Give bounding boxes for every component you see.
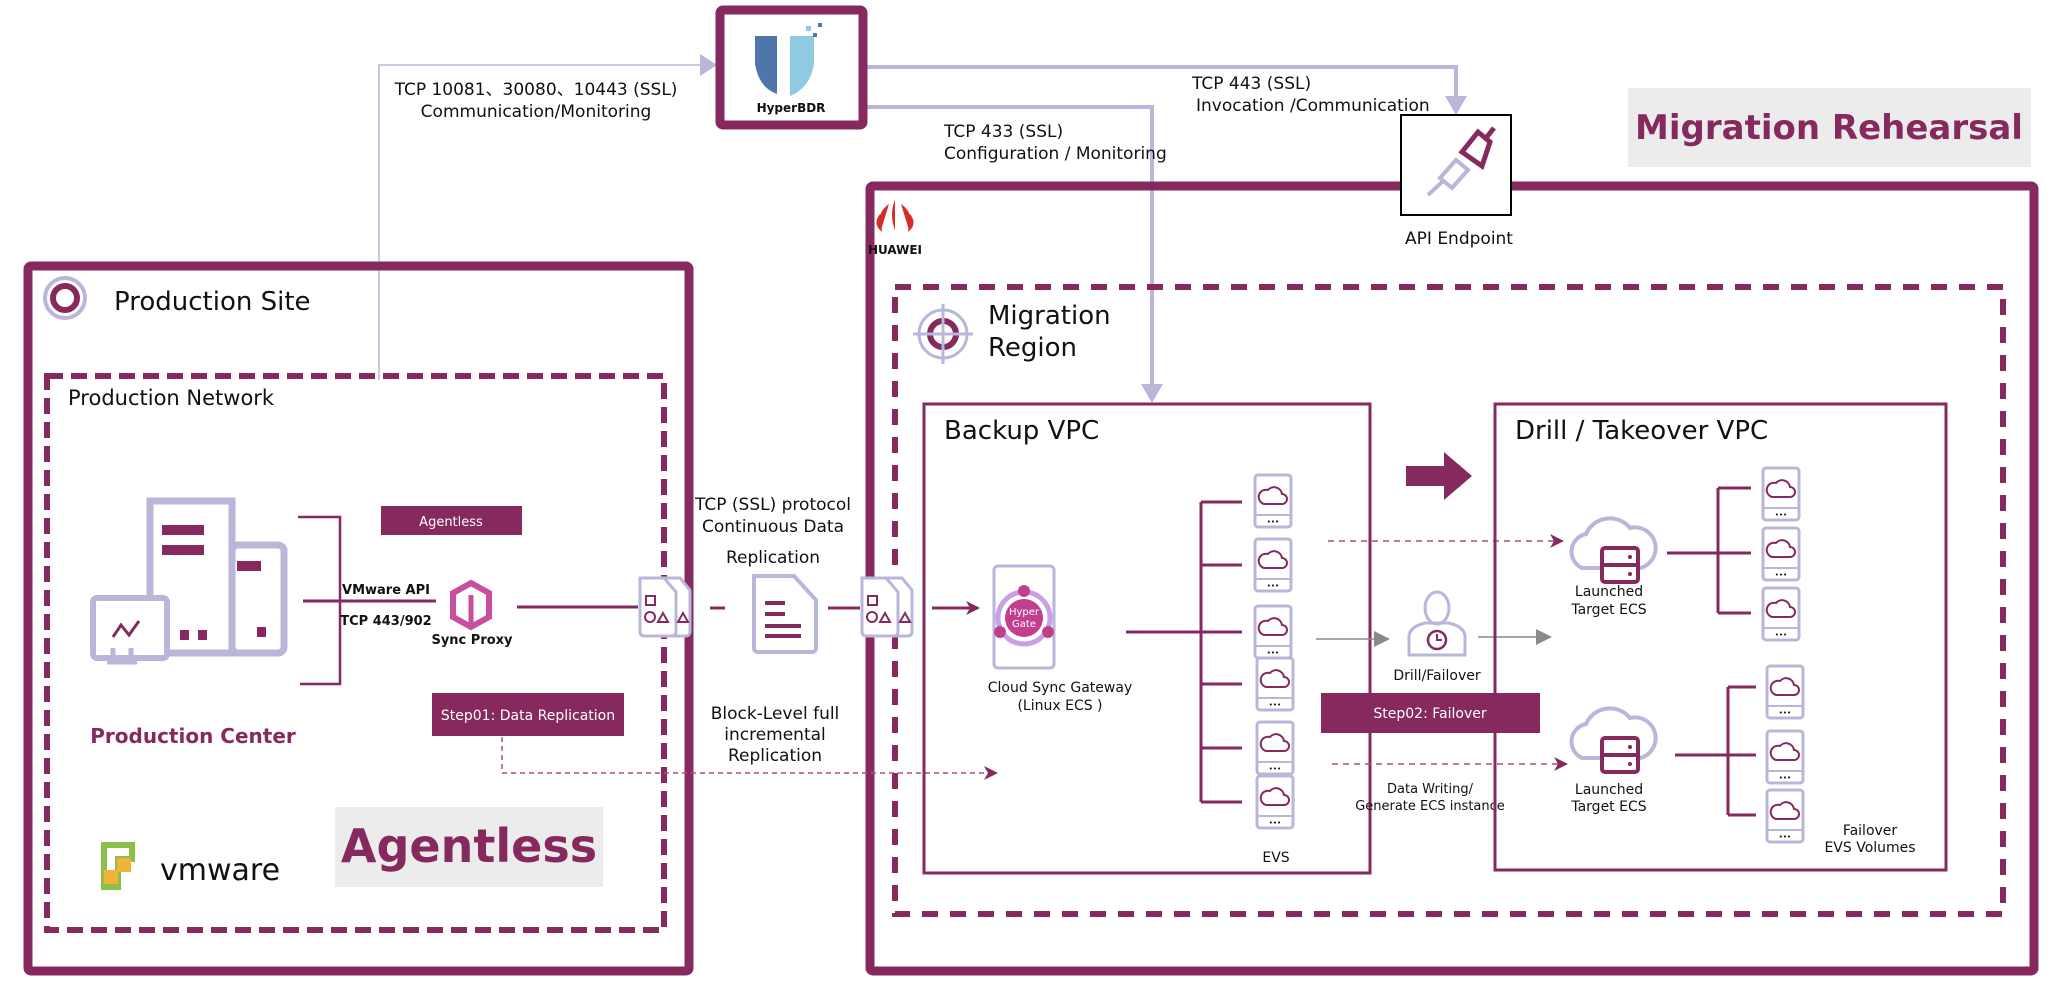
connection-label: TCP 10081、30080、10443 (SSL) <box>394 80 678 100</box>
backup-vpc-title: Backup VPC <box>944 416 1099 446</box>
replication-label: Replication <box>728 746 822 766</box>
svg-text:Hyper: Hyper <box>1009 607 1040 618</box>
evs-disk-icon <box>1761 466 1801 522</box>
production-site-title: Production Site <box>114 287 311 317</box>
agentless-banner-label: Agentless <box>341 819 597 873</box>
big-arrow-icon <box>1406 452 1472 500</box>
vmware-api-label: VMware API <box>342 583 430 598</box>
step02-label: Step02: Failover <box>1373 706 1486 722</box>
cloud-server-icon <box>1569 706 1658 774</box>
backup-vpc: Backup VPC Hyper Gate Cloud Sync Gateway… <box>922 402 1372 875</box>
evs-disk-icon <box>1253 604 1293 660</box>
evs-tree <box>1126 500 1242 804</box>
tcp-port-label: TCP 443/902 <box>340 614 431 629</box>
drill-vpc-title: Drill / Takeover VPC <box>1515 416 1768 446</box>
sync-proxy-label: Sync Proxy <box>431 633 513 648</box>
api-endpoint: API Endpoint <box>1400 114 1513 249</box>
drill-takeover-vpc: Drill / Takeover VPC Launched Target ECS… <box>1493 402 1948 872</box>
connection-label: Invocation /Communication <box>1196 96 1430 116</box>
failover-flow: Drill/Failover Step02: Failover Data Wri… <box>1316 452 1568 814</box>
failover-volumes-label: EVS Volumes <box>1824 840 1915 856</box>
connection-label: Configuration / Monitoring <box>944 144 1167 164</box>
data-blocks-icon <box>860 576 914 638</box>
svg-text:HUAWEI: HUAWEI <box>868 243 922 257</box>
volume-tree <box>1667 486 1756 817</box>
failover-volumes-label: Failover <box>1843 823 1898 839</box>
hyperbdr-label: HyperBDR <box>757 101 826 115</box>
sync-proxy-icon <box>450 579 492 631</box>
ecs-label: Launched <box>1575 782 1643 798</box>
gateway-label: (Linux ECS ) <box>1017 698 1102 714</box>
ecs-label: Target ECS <box>1570 799 1646 815</box>
cloud-server-icon <box>1569 516 1658 584</box>
svg-text:vmware: vmware <box>160 853 280 888</box>
drill-failover-label: Drill/Failover <box>1393 668 1481 684</box>
evs-disk-icon <box>1761 526 1801 582</box>
data-writing-label: Data Writing/ <box>1387 782 1474 797</box>
evs-label: EVS <box>1262 850 1289 866</box>
step01-label: Step01: Data Replication <box>441 708 615 724</box>
bracket <box>298 515 436 686</box>
production-network-title: Production Network <box>68 386 275 410</box>
replication-label: incremental <box>724 725 826 745</box>
connection-label: TCP 443 (SSL) <box>1191 74 1311 94</box>
migration-region-title: Region <box>988 333 1077 363</box>
ecs-label: Target ECS <box>1570 602 1646 618</box>
connection-label: TCP 433 (SSL) <box>943 122 1063 142</box>
replication-label: Replication <box>726 548 820 568</box>
ecs-label: Launched <box>1575 584 1643 600</box>
evs-disk-icon <box>1765 664 1805 720</box>
evs-disk-icon <box>1255 720 1295 776</box>
gateway-label: Cloud Sync Gateway <box>988 680 1132 696</box>
person-clock-icon <box>1407 590 1467 657</box>
hyperbdr-node: HyperBDR <box>715 5 868 130</box>
migration-region-title: Migration <box>988 301 1111 331</box>
production-site: Production Site Production Network Agent… <box>23 261 694 976</box>
svg-text:Gate: Gate <box>1012 619 1036 630</box>
migration-rehearsal-banner: Migration Rehearsal <box>1628 88 2031 167</box>
production-center-label: Production Center <box>90 724 296 748</box>
data-writing-label: Generate ECS instance <box>1355 799 1505 814</box>
migration-rehearsal-title: Migration Rehearsal <box>1635 108 2023 148</box>
evs-disk-icon <box>1761 586 1801 642</box>
architecture-diagram: ••• TCP 10081、30080、10443 (SSL) Communic… <box>0 0 2051 995</box>
huawei-logo: HUAWEI <box>868 200 922 257</box>
region-target-icon <box>913 304 973 364</box>
connection-label: Communication/Monitoring <box>421 102 652 122</box>
api-endpoint-label: API Endpoint <box>1405 229 1513 249</box>
evs-disk-icon <box>1765 729 1805 785</box>
site-icon <box>43 276 87 320</box>
evs-disk-icon <box>1255 774 1295 830</box>
document-icon <box>752 574 818 654</box>
evs-disk-icon <box>1253 473 1293 529</box>
evs-disk-icon <box>1255 656 1295 712</box>
hypergate-icon: Hyper Gate <box>992 564 1056 670</box>
data-blocks-icon <box>638 576 692 638</box>
replication-label: Block-Level full <box>711 704 840 724</box>
connection-prod-to-hyperbdr: TCP 10081、30080、10443 (SSL) Communicatio… <box>378 54 717 380</box>
evs-disk-icon <box>1765 788 1805 844</box>
agentless-tag-label: Agentless <box>419 515 483 530</box>
replication-label: TCP (SSL) protocol <box>694 495 851 515</box>
evs-disk-icon <box>1253 537 1293 593</box>
replication-label: Continuous Data <box>702 517 844 537</box>
vmware-logo: vmware <box>101 842 280 890</box>
servers-icon <box>90 497 288 665</box>
